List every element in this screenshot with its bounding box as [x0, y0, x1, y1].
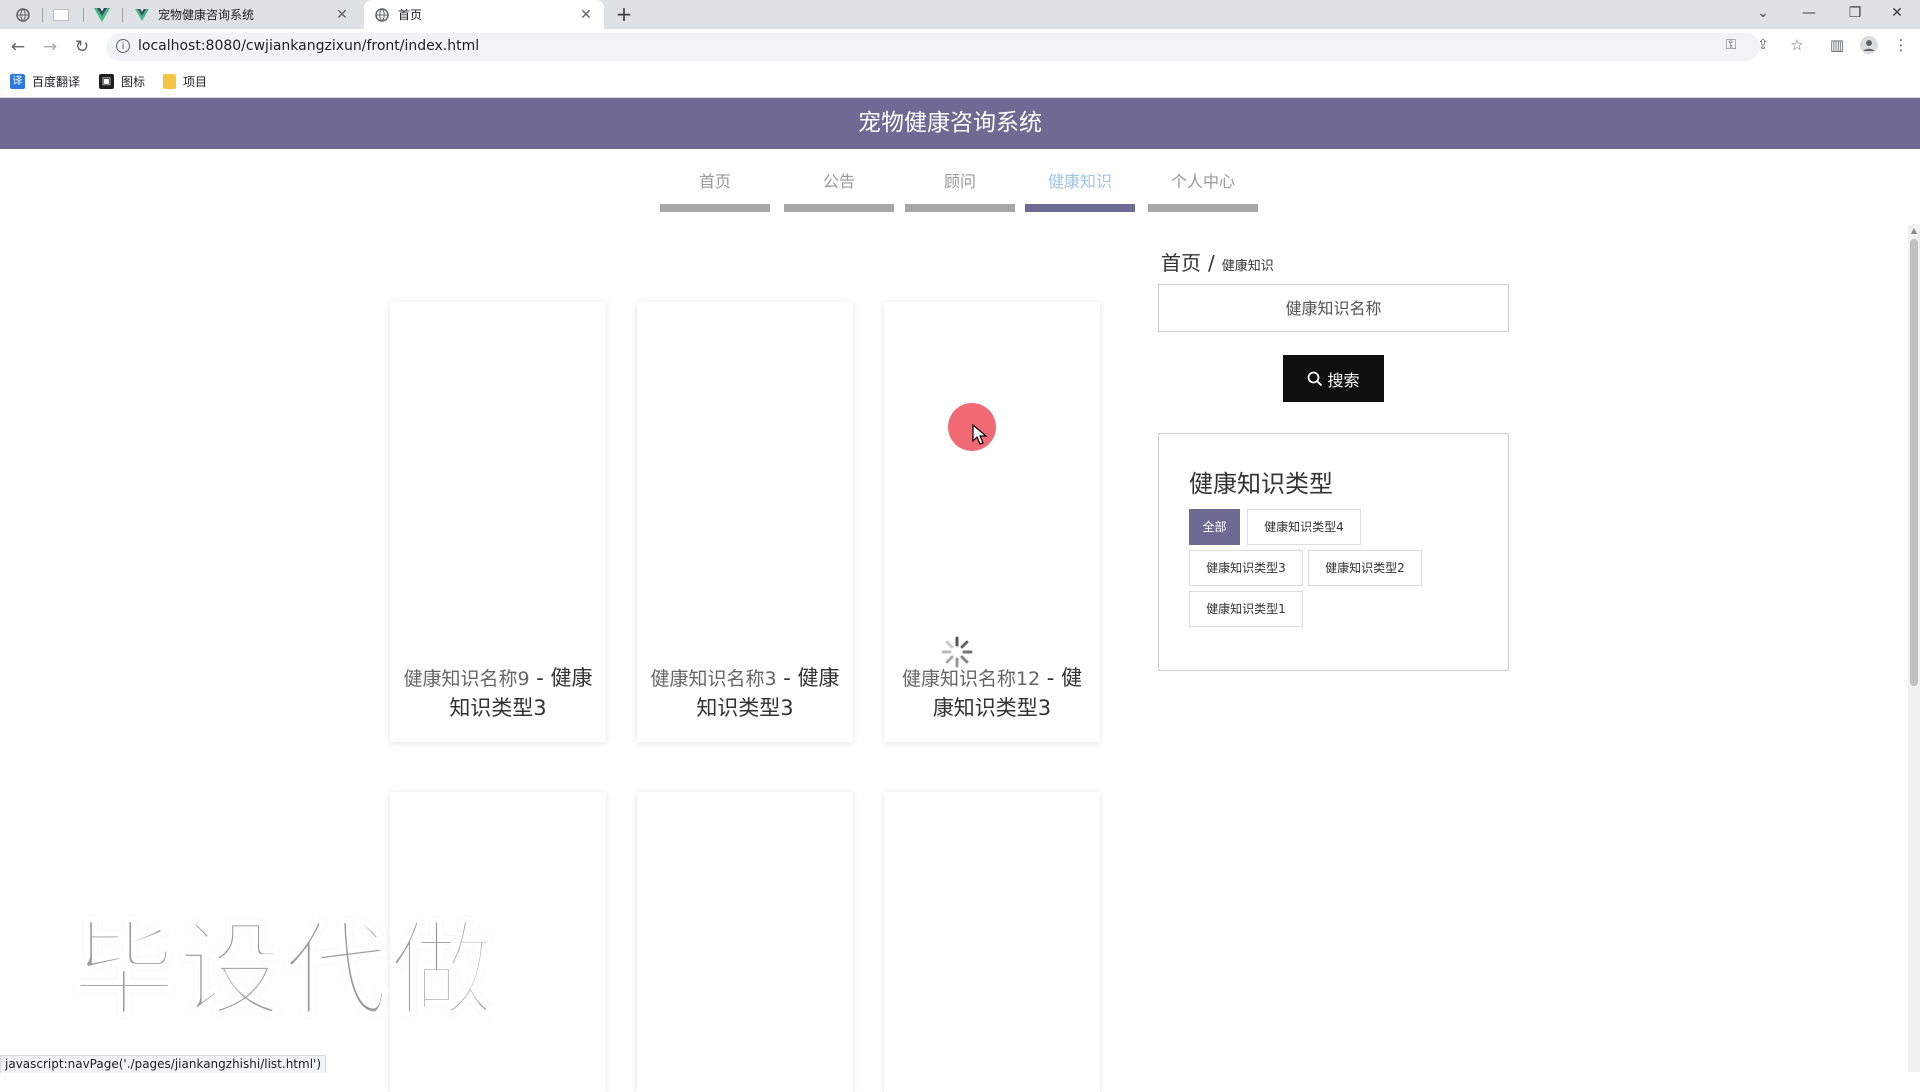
minimize-button[interactable]: — — [1786, 0, 1832, 29]
nav-underline — [905, 204, 1015, 212]
breadcrumb-home[interactable]: 首页 — [1161, 247, 1201, 276]
restore-button[interactable]: ❐ — [1832, 0, 1878, 29]
card-caption: 健康知识名称9 - 健康知识类型3 — [400, 664, 596, 723]
blank-page-icon[interactable] — [50, 4, 72, 26]
back-icon[interactable]: ← — [6, 35, 30, 59]
site-header: 宠物健康咨询系统 — [0, 98, 1920, 149]
search-icon — [1308, 371, 1323, 386]
bookmark-star-icon[interactable]: ☆ — [1786, 36, 1808, 58]
nav-label: 个人中心 — [1170, 172, 1235, 191]
bookmark-label: 项目 — [183, 74, 208, 89]
loading-spinner-icon — [941, 636, 973, 668]
tab-title: 宠物健康咨询系统 — [158, 8, 255, 22]
bookmark-label: 百度翻译 — [32, 74, 81, 89]
nav-underline — [1148, 204, 1258, 212]
close-tab-icon[interactable]: ✕ — [334, 7, 350, 23]
nav-item-home[interactable]: 首页 — [660, 170, 770, 212]
tab-separator — [122, 8, 123, 22]
share-icon[interactable]: ⇪ — [1752, 37, 1774, 57]
type-tag-3[interactable]: 健康知识类型3 — [1189, 550, 1303, 586]
card-caption: 健康知识名称3 - 健康知识类型3 — [647, 664, 843, 723]
card-name: 健康知识名称3 — [650, 668, 777, 690]
browser-toolbar: ← → ↻ i localhost:8080/cwjiankangzixun/f… — [0, 29, 1920, 65]
reload-icon[interactable]: ↻ — [70, 35, 94, 59]
page-scrollbar[interactable] — [1908, 225, 1920, 1072]
image-icon: ▣ — [99, 73, 114, 89]
breadcrumb-separator: / — [1208, 251, 1215, 275]
knowledge-type-panel: 健康知识类型 全部 健康知识类型4 健康知识类型3 健康知识类型2 健康知识类型… — [1158, 433, 1509, 671]
bookmark-folder-project[interactable]: 项目 — [163, 72, 207, 90]
nav-label: 顾问 — [943, 172, 976, 191]
card-separator: - — [776, 666, 798, 690]
nav-underline — [784, 204, 894, 212]
nav-item-notice[interactable]: 公告 — [784, 170, 894, 212]
tab-separator — [83, 8, 84, 22]
nav-item-personal-center[interactable]: 个人中心 — [1148, 170, 1258, 212]
globe-icon — [374, 7, 390, 23]
card-name: 健康知识名称12 — [901, 668, 1041, 690]
bookmark-icons[interactable]: ▣ 图标 — [99, 72, 145, 90]
type-tag-2[interactable]: 健康知识类型2 — [1308, 550, 1422, 586]
menu-kebab-icon[interactable]: ⋮ — [1890, 36, 1912, 58]
knowledge-card[interactable]: 健康知识名称9 - 健康知识类型3 — [390, 302, 606, 742]
card-separator: - — [529, 666, 551, 690]
type-tag-4[interactable]: 健康知识类型4 — [1247, 509, 1361, 545]
knowledge-card[interactable]: 健康知识名称12 - 健康知识类型3 — [884, 302, 1100, 742]
nav-label: 首页 — [698, 172, 731, 191]
tab-search-icon[interactable]: ⌄ — [1740, 0, 1786, 29]
nav-label: 健康知识 — [1047, 172, 1112, 191]
knowledge-card[interactable] — [884, 792, 1100, 1092]
folder-icon — [163, 73, 176, 89]
nav-item-health-knowledge[interactable]: 健康知识 — [1025, 170, 1135, 212]
search-button[interactable]: 搜索 — [1283, 355, 1384, 402]
tab-home[interactable]: 首页 ✕ — [364, 0, 604, 29]
type-panel-title: 健康知识类型 — [1189, 470, 1333, 498]
search-input[interactable] — [1158, 284, 1509, 332]
nav-underline — [1025, 204, 1135, 212]
breadcrumb-current: 健康知识 — [1221, 259, 1274, 274]
bookmark-baidu-translate[interactable]: 译 百度翻译 — [10, 72, 80, 90]
url-text[interactable]: localhost:8080/cwjiankangzixun/front/ind… — [138, 38, 479, 54]
address-bar[interactable]: i localhost:8080/cwjiankangzixun/front/i… — [106, 33, 1769, 61]
card-separator: - — [1040, 666, 1062, 690]
bookmark-label: 图标 — [121, 74, 146, 89]
knowledge-card[interactable] — [637, 792, 853, 1092]
site-info-icon[interactable]: i — [116, 39, 130, 53]
nav-item-consultant[interactable]: 顾问 — [905, 170, 1015, 212]
bookmarks-bar: 译 百度翻译 ▣ 图标 项目 — [0, 65, 1920, 98]
vue-icon — [134, 7, 150, 23]
watermark-text: 毕设代做 — [70, 908, 497, 1033]
translate-icon: 译 — [10, 73, 25, 89]
tab-separator — [42, 8, 43, 22]
search-button-label: 搜索 — [1327, 370, 1360, 390]
new-tab-button[interactable]: + — [612, 3, 636, 27]
close-tab-icon[interactable]: ✕ — [578, 7, 594, 23]
password-key-icon[interactable]: ⚿ — [1720, 37, 1742, 57]
profile-avatar-icon[interactable] — [1858, 36, 1880, 58]
card-name: 健康知识名称9 — [403, 668, 530, 690]
forward-icon[interactable]: → — [38, 35, 62, 59]
scrollbar-thumb[interactable] — [1910, 239, 1918, 686]
globe-icon[interactable] — [12, 4, 34, 26]
vue-icon[interactable] — [91, 4, 113, 26]
type-tag-all[interactable]: 全部 — [1189, 509, 1240, 545]
tab-pet-health-system[interactable]: 宠物健康咨询系统 ✕ — [124, 0, 360, 29]
link-status-bar: javascript:navPage('./pages/jiankangzhis… — [0, 1055, 327, 1073]
site-title: 宠物健康咨询系统 — [858, 110, 1042, 136]
breadcrumb: 首页 / 健康知识 — [1161, 247, 1274, 276]
nav-underline — [660, 204, 770, 212]
scroll-up-arrow-icon[interactable]: ▲ — [1910, 226, 1918, 235]
browser-tab-strip: 宠物健康咨询系统 ✕ 首页 ✕ + ⌄ — ❐ ✕ — [0, 0, 1920, 29]
mouse-pointer-icon — [972, 424, 988, 445]
knowledge-card[interactable]: 健康知识名称3 - 健康知识类型3 — [637, 302, 853, 742]
close-window-button[interactable]: ✕ — [1874, 0, 1920, 29]
type-tag-1[interactable]: 健康知识类型1 — [1189, 591, 1303, 627]
card-caption: 健康知识名称12 - 健康知识类型3 — [894, 664, 1090, 723]
tab-title: 首页 — [398, 8, 423, 22]
nav-label: 公告 — [822, 172, 855, 191]
side-panel-icon[interactable]: ▥ — [1826, 36, 1848, 58]
